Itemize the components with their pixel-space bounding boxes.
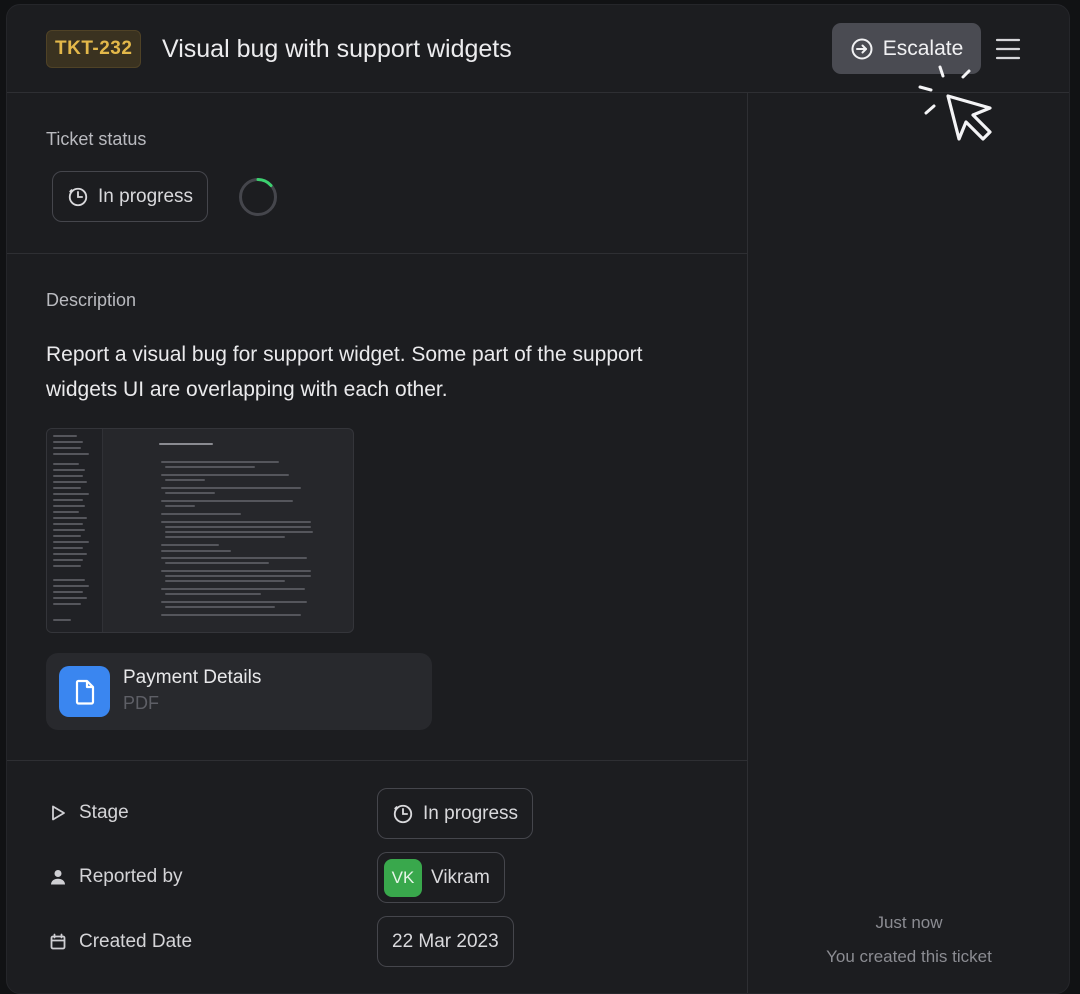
description-label: Description: [46, 290, 137, 310]
reported-by-label: Reported by: [49, 866, 183, 888]
thumbnail-line: [165, 575, 311, 577]
thumbnail-line: [165, 593, 261, 595]
column-divider: [747, 93, 748, 993]
stage-label: Stage: [49, 802, 129, 824]
activity-time: Just now: [875, 913, 943, 932]
created-date-label: Created Date: [49, 931, 192, 953]
thumbnail-line: [53, 447, 81, 449]
thumbnail-line: [161, 487, 301, 489]
thumbnail-line: [165, 531, 313, 533]
thumbnail-line: [161, 614, 301, 616]
stage-pill[interactable]: In progress: [377, 788, 534, 839]
thumbnail-line: [161, 570, 311, 572]
thumbnail-line: [53, 441, 83, 443]
created-date-label-text: Created Date: [79, 931, 193, 952]
thumbnail-line: [161, 557, 307, 559]
file-icon: [59, 666, 110, 717]
section-divider: [7, 253, 747, 254]
thumbnail-line: [165, 536, 285, 538]
thumbnail-line: [165, 580, 285, 582]
thumbnail-line: [53, 469, 85, 471]
thumbnail-line: [161, 601, 307, 603]
attachment-name: Payment Details: [123, 667, 262, 688]
person-icon: [49, 868, 67, 886]
reporter-name: Vikram: [431, 866, 490, 888]
thumbnail-line: [53, 559, 83, 561]
thumbnail-line: [53, 585, 89, 587]
thumbnail-line: [53, 547, 83, 549]
attachment-card[interactable]: Payment Details PDF: [46, 653, 432, 730]
avatar: VK: [384, 858, 422, 897]
thumbnail-line: [53, 481, 87, 483]
ticket-header: TKT-232 Visual bug with support widgets …: [7, 5, 1069, 93]
play-icon: [49, 804, 67, 822]
reporter-pill[interactable]: VK Vikram: [377, 852, 505, 903]
thumbnail-line: [53, 523, 83, 525]
stage-label-text: Stage: [79, 802, 129, 823]
ticket-panel: TKT-232 Visual bug with support widgets …: [6, 4, 1070, 994]
thumbnail-line: [53, 511, 79, 513]
thumbnail-line: [53, 541, 89, 543]
status-value: In progress: [98, 185, 194, 207]
thumbnail-line: [53, 603, 81, 605]
ticket-title: Visual bug with support widgets: [162, 35, 512, 63]
thumbnail-line: [53, 529, 85, 531]
thumbnail-line: [53, 597, 87, 599]
thumbnail-line: [53, 517, 87, 519]
thumbnail-line: [165, 562, 269, 564]
clock-icon: [67, 186, 89, 208]
description-text: Report a visual bug for support widget. …: [46, 343, 643, 401]
thumbnail-line: [53, 487, 81, 489]
thumbnail-line: [53, 463, 79, 465]
thumbnail-line: [161, 550, 231, 552]
ticket-status-label: Ticket status: [46, 129, 147, 149]
thumbnail-line: [165, 606, 275, 608]
thumbnail-line: [161, 513, 241, 515]
thumbnail-line: [161, 588, 305, 590]
thumbnail-line: [53, 493, 89, 495]
escalate-button[interactable]: Escalate: [832, 23, 981, 74]
thumbnail-line: [165, 505, 195, 507]
menu-icon[interactable]: [992, 35, 1024, 63]
thumbnail-line: [165, 492, 215, 494]
thumbnail-line: [53, 579, 85, 581]
thumbnail-line: [53, 505, 85, 507]
ticket-id-badge: TKT-232: [46, 30, 142, 68]
thumbnail-line: [53, 591, 83, 593]
thumbnail-line: [161, 500, 293, 502]
escalate-icon: [850, 37, 874, 61]
thumbnail-line: [165, 526, 311, 528]
thumbnail-line: [161, 474, 289, 476]
calendar-icon: [49, 933, 67, 951]
thumbnail-line: [53, 499, 83, 501]
thumbnail-line: [161, 461, 279, 463]
created-date-value: 22 Mar 2023: [392, 930, 499, 952]
thumbnail-line: [161, 544, 219, 546]
created-date-pill[interactable]: 22 Mar 2023: [377, 916, 514, 967]
attachment-type: PDF: [123, 693, 159, 713]
thumbnail-line: [53, 453, 89, 455]
screenshot-thumbnail[interactable]: [46, 428, 354, 633]
escalate-label: Escalate: [882, 36, 964, 60]
thumbnail-line: [53, 475, 83, 477]
thumbnail-line: [161, 521, 311, 523]
thumbnail-line: [165, 466, 255, 468]
thumbnail-line: [53, 565, 81, 567]
thumbnail-line: [53, 619, 71, 621]
thumbnail-line: [159, 443, 213, 445]
activity-message: You created this ticket: [826, 947, 992, 966]
thumbnail-line: [53, 435, 77, 437]
thumbnail-line: [53, 535, 81, 537]
thumbnail-line: [165, 479, 205, 481]
status-pill[interactable]: In progress: [52, 171, 209, 222]
thumbnail-line: [53, 553, 87, 555]
loading-spinner-icon: [239, 178, 277, 216]
reported-by-label-text: Reported by: [79, 866, 183, 887]
clock-icon: [392, 803, 414, 825]
stage-value: In progress: [423, 802, 519, 824]
section-divider: [7, 760, 747, 761]
